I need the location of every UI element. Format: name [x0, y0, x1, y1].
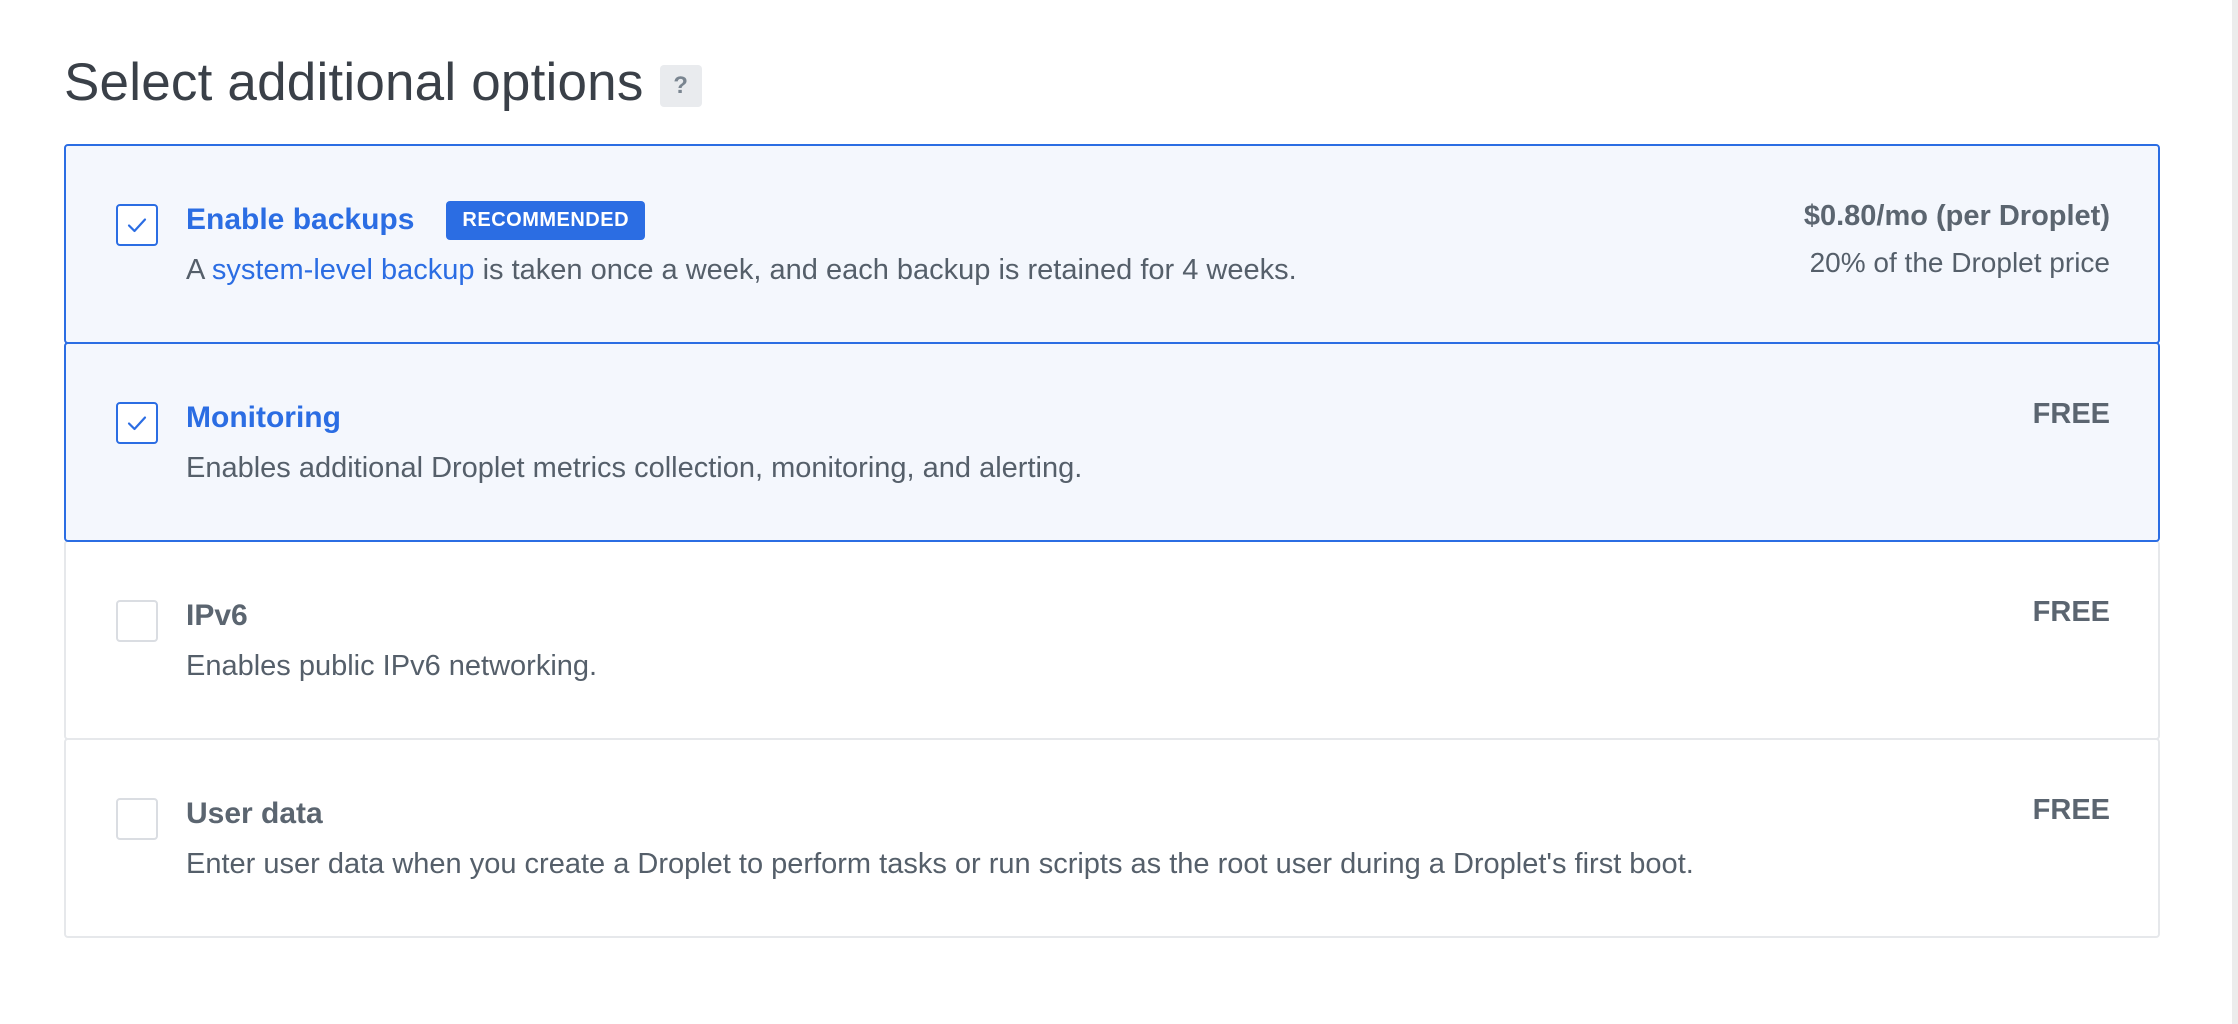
- price-amount: FREE: [2032, 596, 2110, 628]
- price-amount: FREE: [2032, 794, 2110, 826]
- option-name: Enable backups: [186, 203, 415, 236]
- price-amount: FREE: [2032, 398, 2110, 430]
- scrollbar-track[interactable]: [2232, 0, 2238, 1024]
- option-content: Enable backups RECOMMENDED A system-leve…: [186, 198, 1297, 287]
- option-price: FREE: [2033, 596, 2110, 629]
- option-title-row: IPv6: [186, 594, 597, 638]
- option-price: FREE: [2033, 794, 2110, 827]
- page-title: Select additional options: [64, 53, 644, 112]
- backups-checkbox[interactable]: [116, 204, 158, 246]
- option-name: Monitoring: [186, 401, 341, 434]
- option-title-row: Enable backups RECOMMENDED: [186, 198, 1297, 242]
- options-list: Enable backups RECOMMENDED A system-leve…: [64, 144, 2160, 938]
- option-description: Enter user data when you create a Drople…: [186, 848, 1694, 880]
- option-price: FREE: [2033, 398, 2110, 431]
- desc-suffix: is taken once a week, and each backup is…: [474, 254, 1297, 286]
- price-note: 20% of the Droplet price: [1809, 247, 2110, 278]
- option-title-row: Monitoring: [186, 396, 1082, 440]
- option-ipv6[interactable]: IPv6 Enables public IPv6 networking. FRE…: [64, 540, 2160, 740]
- monitoring-checkbox[interactable]: [116, 402, 158, 444]
- additional-options-page: Select additional options ? Enable backu…: [0, 0, 2238, 1024]
- help-icon[interactable]: ?: [659, 64, 702, 107]
- recommended-badge: RECOMMENDED: [446, 200, 646, 240]
- checkmark-icon: [127, 416, 147, 431]
- checkmark-icon: [127, 218, 147, 233]
- option-description: Enables public IPv6 networking.: [186, 650, 598, 682]
- option-monitoring[interactable]: Monitoring Enables additional Droplet me…: [64, 342, 2160, 542]
- user-data-checkbox[interactable]: [116, 798, 158, 840]
- system-level-backup-link[interactable]: system-level backup: [212, 254, 475, 286]
- option-description: A system-level backup is taken once a we…: [186, 254, 1297, 287]
- option-content: IPv6 Enables public IPv6 networking.: [186, 594, 597, 683]
- option-content: User data Enter user data when you creat…: [186, 792, 1694, 881]
- option-title-row: User data: [186, 792, 1694, 836]
- option-price: $0.80/mo (per Droplet) 20% of the Drople…: [1804, 200, 2110, 279]
- section-header: Select additional options ?: [64, 52, 702, 113]
- option-user-data[interactable]: User data Enter user data when you creat…: [64, 738, 2160, 938]
- option-name: IPv6: [186, 599, 248, 632]
- option-backups[interactable]: Enable backups RECOMMENDED A system-leve…: [64, 144, 2160, 344]
- price-amount: $0.80/mo (per Droplet): [1803, 200, 2110, 232]
- option-content: Monitoring Enables additional Droplet me…: [186, 396, 1082, 485]
- desc-prefix: A: [186, 254, 212, 286]
- option-name: User data: [186, 797, 323, 830]
- option-description: Enables additional Droplet metrics colle…: [186, 452, 1083, 484]
- ipv6-checkbox[interactable]: [116, 600, 158, 642]
